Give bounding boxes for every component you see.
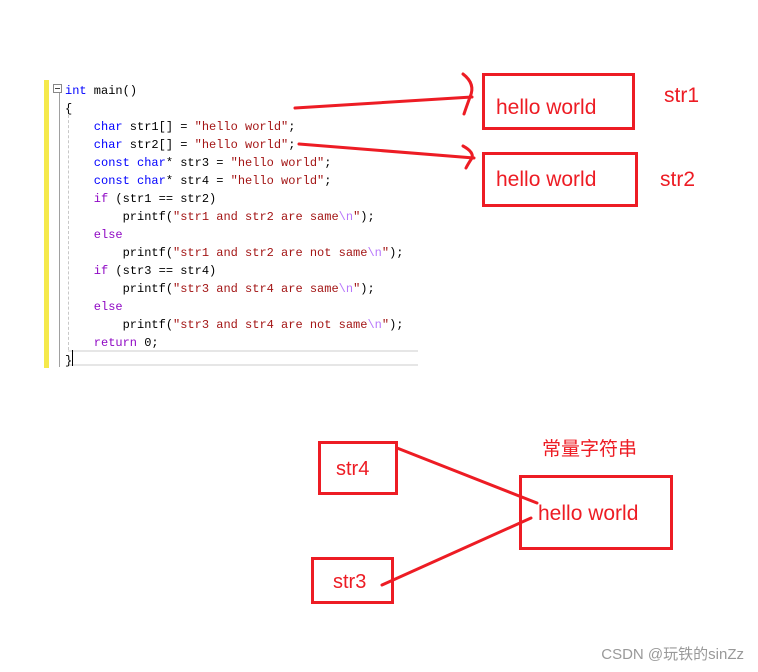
- str1-box: hello world: [482, 73, 635, 130]
- arrowhead-str1: [461, 72, 474, 116]
- str4-box: str4: [318, 441, 398, 495]
- str4-text: str4: [336, 458, 370, 480]
- label-str1: str1: [664, 84, 700, 107]
- line-str3-to-constant: [380, 516, 533, 587]
- str3-box: str3: [311, 557, 394, 604]
- constant-string-box: hello world: [519, 475, 673, 550]
- line-str4-to-constant: [395, 446, 539, 505]
- arrow-str1: [293, 95, 474, 110]
- canvas: int main(){ char str1[] = "hello world";…: [0, 0, 758, 672]
- str2-box-text: hello world: [496, 168, 597, 191]
- arrow-str2: [297, 142, 476, 160]
- str2-box: hello world: [482, 152, 638, 207]
- str3-text: str3: [333, 571, 367, 593]
- label-str2: str2: [660, 168, 696, 191]
- watermark: CSDN @玩铁的sinZz: [601, 646, 744, 663]
- str1-box-text: hello world: [496, 96, 597, 119]
- constant-string-label: 常量字符串: [542, 439, 638, 460]
- constant-string-text: hello world: [538, 502, 639, 525]
